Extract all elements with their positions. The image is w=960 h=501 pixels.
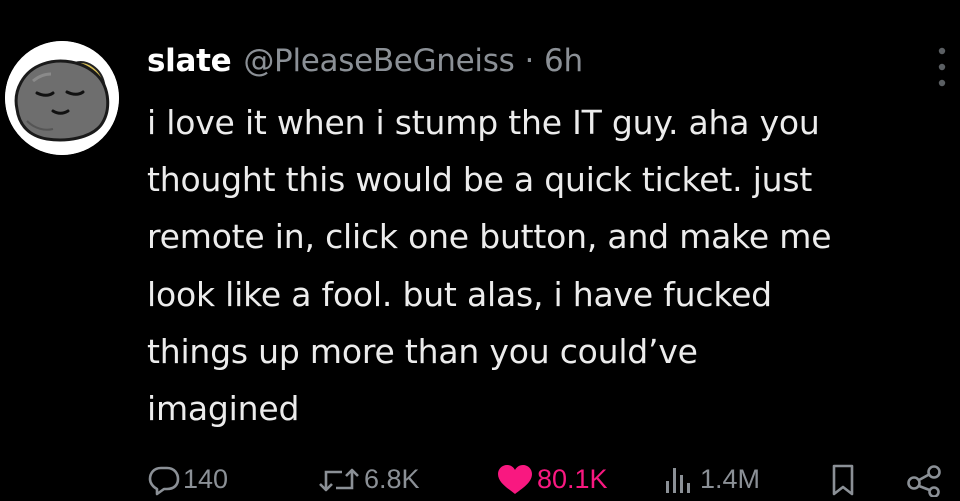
views-button[interactable]: 1.4M bbox=[662, 458, 760, 501]
avatar[interactable] bbox=[5, 41, 119, 155]
retweet-button[interactable]: 6.8K bbox=[316, 458, 420, 501]
timestamp[interactable]: 6h bbox=[544, 43, 583, 79]
like-button[interactable]: 80.1K bbox=[495, 458, 608, 501]
display-name[interactable]: slate bbox=[147, 43, 232, 79]
action-bar: 140 6.8K 80.1K 1.4M bbox=[0, 458, 960, 501]
tweet-text-line: i love it when i stump the IT guy. aha y… bbox=[147, 103, 820, 142]
views-icon bbox=[662, 463, 698, 497]
bookmark-icon bbox=[826, 463, 860, 497]
reply-icon bbox=[147, 463, 181, 497]
more-options-button[interactable] bbox=[930, 44, 954, 90]
tweet: slate @PleaseBeGneiss · 6h i love it whe… bbox=[0, 0, 960, 501]
tweet-text-line: look like a fool. but alas, i have fucke… bbox=[147, 274, 772, 314]
tweet-text-line: things up more than you could’ve bbox=[147, 331, 698, 371]
tweet-text-line: imagined bbox=[147, 388, 300, 428]
like-count: 80.1K bbox=[537, 464, 608, 494]
retweet-count: 6.8K bbox=[364, 464, 420, 494]
more-options-icon bbox=[938, 47, 946, 87]
share-icon bbox=[902, 463, 948, 497]
bookmark-button[interactable] bbox=[826, 458, 860, 501]
tweet-text-line: remote in, click one button, and make me bbox=[147, 217, 832, 257]
tweet-text-line: thought this would be a quick ticket. ju… bbox=[147, 160, 813, 200]
views-count: 1.4M bbox=[700, 464, 761, 494]
heart-icon bbox=[495, 463, 535, 497]
header-separator: · bbox=[524, 43, 535, 79]
reply-button[interactable]: 140 bbox=[147, 458, 228, 501]
retweet-icon bbox=[316, 463, 362, 497]
rock-character-avatar-icon bbox=[5, 41, 119, 155]
tweet-text: i love it when i stump the IT guy. aha y… bbox=[147, 94, 960, 437]
reply-count: 140 bbox=[183, 464, 229, 494]
share-button[interactable] bbox=[902, 458, 948, 501]
tweet-header: slate @PleaseBeGneiss · 6h bbox=[147, 38, 583, 84]
user-handle[interactable]: @PleaseBeGneiss bbox=[243, 43, 514, 79]
